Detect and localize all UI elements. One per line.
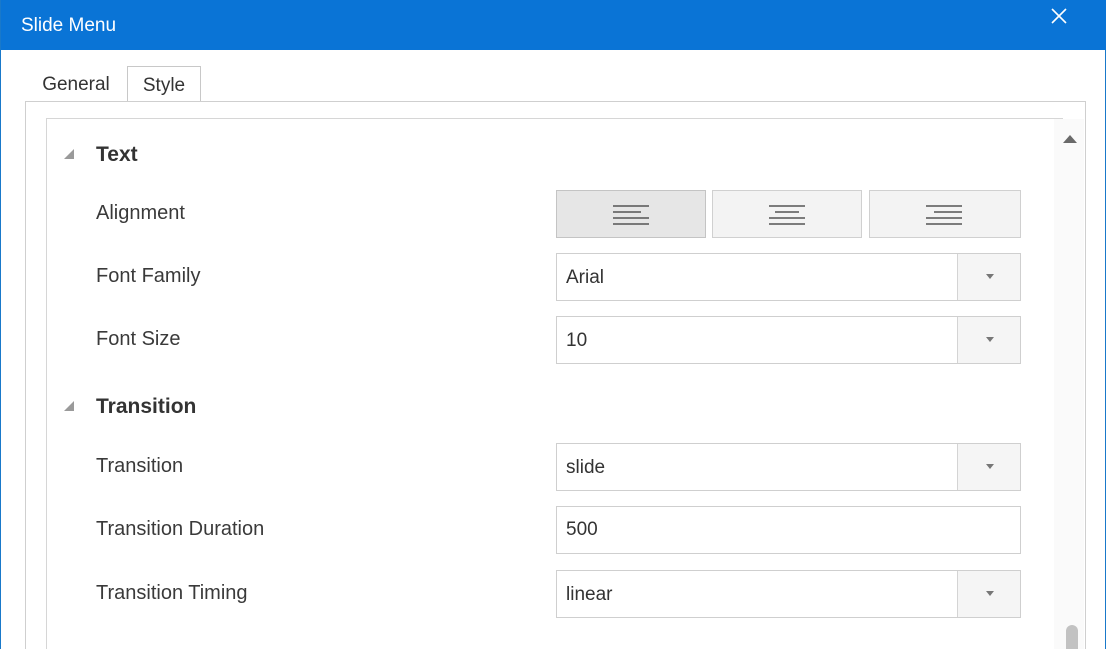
- transition-duration-field-box: [556, 506, 1021, 554]
- tab-strip: General Style: [1, 66, 1106, 102]
- align-center-icon: [769, 205, 805, 225]
- row-transition-timing: Transition Timing linear: [47, 570, 1037, 618]
- alignment-label: Alignment: [96, 202, 185, 224]
- transition-dropdown[interactable]: slide: [556, 443, 1021, 491]
- font-size-dropdown[interactable]: 10: [556, 316, 1021, 364]
- font-family-dropdown-button[interactable]: [957, 254, 1020, 300]
- font-size-value: 10: [566, 330, 588, 351]
- collapse-triangle-icon[interactable]: [62, 399, 76, 413]
- font-family-label: Font Family: [96, 265, 201, 287]
- slide-menu-dialog: Slide Menu General Style Text Alignment: [0, 0, 1106, 649]
- transition-timing-dropdown[interactable]: linear: [556, 570, 1021, 618]
- row-transition-duration: Transition Duration: [47, 506, 1037, 554]
- window-title: Slide Menu: [21, 15, 117, 36]
- section-header-transition[interactable]: Transition: [47, 388, 1027, 428]
- vertical-scrollbar[interactable]: [1054, 119, 1084, 649]
- transition-duration-input[interactable]: [557, 507, 1020, 553]
- align-right-icon: [926, 205, 962, 225]
- collapse-triangle-icon[interactable]: [62, 147, 76, 161]
- transition-timing-value: linear: [566, 584, 613, 605]
- align-right-button[interactable]: [869, 190, 1021, 238]
- tab-style[interactable]: Style: [127, 66, 201, 102]
- row-font-family: Font Family Arial: [47, 253, 1037, 301]
- scrollbar-thumb[interactable]: [1066, 625, 1078, 649]
- section-title-transition: Transition: [96, 395, 197, 418]
- row-font-size: Font Size 10: [47, 316, 1037, 364]
- align-center-button[interactable]: [712, 190, 862, 238]
- style-panel: Text Alignment Font Family Arial Font Si…: [25, 101, 1086, 649]
- align-left-button[interactable]: [556, 190, 706, 238]
- align-left-icon: [613, 205, 649, 225]
- section-header-text[interactable]: Text: [47, 136, 1027, 176]
- transition-label: Transition: [96, 455, 184, 477]
- transition-timing-label: Transition Timing: [96, 582, 248, 604]
- chevron-down-icon: [986, 591, 994, 596]
- transition-duration-label: Transition Duration: [96, 518, 265, 540]
- row-alignment: Alignment: [47, 190, 1037, 238]
- scroll-up-arrow-icon[interactable]: [1063, 135, 1077, 143]
- property-grid: Text Alignment Font Family Arial Font Si…: [46, 118, 1084, 649]
- section-title-text: Text: [96, 143, 138, 166]
- transition-timing-dropdown-button[interactable]: [957, 571, 1020, 617]
- font-family-value: Arial: [566, 267, 605, 288]
- chevron-down-icon: [986, 464, 994, 469]
- chevron-down-icon: [986, 274, 994, 279]
- font-size-dropdown-button[interactable]: [957, 317, 1020, 363]
- transition-value: slide: [566, 457, 606, 478]
- transition-dropdown-button[interactable]: [957, 444, 1020, 490]
- chevron-down-icon: [986, 337, 994, 342]
- row-transition: Transition slide: [47, 443, 1037, 491]
- title-bar: Slide Menu: [1, 0, 1106, 50]
- tab-general[interactable]: General: [29, 66, 123, 101]
- font-size-label: Font Size: [96, 328, 181, 350]
- close-icon[interactable]: [1045, 2, 1073, 30]
- font-family-dropdown[interactable]: Arial: [556, 253, 1021, 301]
